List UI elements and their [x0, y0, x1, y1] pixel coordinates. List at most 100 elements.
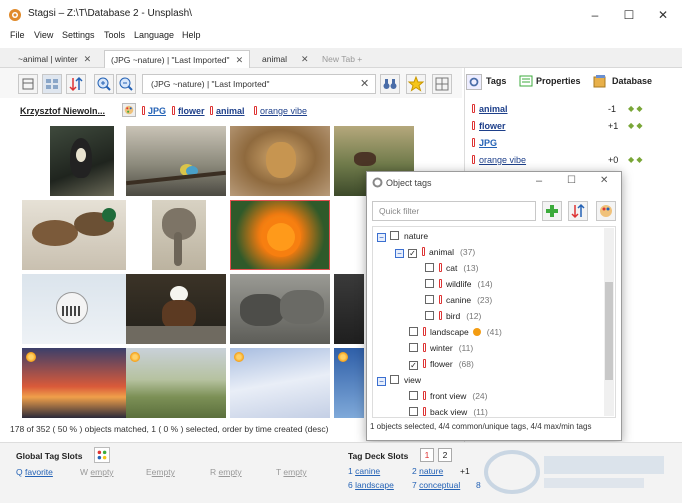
thumbnail-lion[interactable] [230, 126, 330, 196]
selected-tag-flower[interactable]: flower [172, 106, 205, 116]
tab-close-icon[interactable]: ✕ [84, 54, 92, 64]
tab-animal-winter[interactable]: ~animal | winter ✕ [12, 50, 97, 68]
panel-tag-orange-vibe[interactable]: orange vibe [472, 155, 526, 165]
favorite-button[interactable] [406, 74, 426, 94]
menu-view[interactable]: View [34, 30, 53, 40]
quick-filter-input[interactable]: Quick filter [372, 201, 536, 221]
global-slots-palette-button[interactable] [94, 447, 110, 463]
tab-properties[interactable]: Properties [536, 76, 581, 86]
tag-action-icons[interactable]: ◆ ◆ [628, 104, 643, 113]
dialog-palette-button[interactable] [596, 201, 616, 221]
tree-node-back-view[interactable]: back view (11) [409, 405, 488, 417]
tab-tags[interactable]: Tags [486, 76, 506, 86]
tab-database[interactable]: Database [612, 76, 652, 86]
tab-jpg-nature[interactable]: (JPG ~nature) | "Last Imported" ✕ [104, 50, 251, 68]
menu-language[interactable]: Language [134, 30, 174, 40]
tree-node-canine[interactable]: canine (23) [425, 293, 492, 307]
deck-page-1[interactable]: 1 [420, 448, 434, 462]
selected-tag-animal[interactable]: animal [210, 106, 245, 116]
deck-slot-1[interactable]: 1 canine [348, 466, 380, 476]
selected-tag-orange-vibe[interactable]: orange vibe [254, 106, 307, 116]
tree-node-animal[interactable]: − ✓ animal (37) [395, 245, 475, 259]
thumbnail-hills[interactable] [126, 348, 226, 418]
deck-slot-2[interactable]: 2 nature [412, 466, 443, 476]
dialog-close-button[interactable]: ✕ [600, 175, 608, 186]
new-tab-button[interactable]: New Tab + [316, 50, 368, 68]
view-list-button[interactable] [18, 74, 38, 94]
checkbox[interactable] [390, 375, 399, 384]
selected-tag-jpg[interactable]: JPG [142, 106, 166, 116]
thumbnail-orange-flower-selected[interactable] [230, 200, 330, 270]
checkbox[interactable] [409, 343, 418, 352]
tab-animal[interactable]: animal ✕ [256, 50, 315, 68]
view-thumbnails-button[interactable] [42, 74, 62, 94]
tree-node-cat[interactable]: cat (13) [425, 261, 478, 275]
menu-settings[interactable]: Settings [62, 30, 95, 40]
zoom-out-button[interactable] [116, 74, 136, 94]
thumbnail-ducks[interactable] [22, 200, 126, 270]
thumbnail-snow-dunes[interactable] [230, 348, 330, 418]
panel-tag-flower[interactable]: flower [472, 121, 506, 131]
thumbnail-sunset[interactable] [22, 348, 126, 418]
thumbnail-blue[interactable] [334, 348, 364, 418]
search-button[interactable] [380, 74, 400, 94]
checkbox-checked[interactable]: ✓ [408, 249, 417, 258]
menu-tools[interactable]: Tools [104, 30, 125, 40]
collapse-icon[interactable]: − [377, 233, 386, 242]
grid-layout-button[interactable] [432, 74, 452, 94]
clear-query-icon[interactable]: ✕ [360, 74, 369, 94]
checkbox[interactable] [409, 327, 418, 336]
checkbox[interactable] [425, 295, 434, 304]
thumbnail-elephant[interactable] [152, 200, 206, 270]
tag-action-icons[interactable]: ◆ ◆ [628, 155, 643, 164]
tree-node-flower[interactable]: ✓ flower (68) [409, 357, 474, 371]
global-slot-r[interactable]: R empty [210, 467, 242, 477]
global-slot-w[interactable]: W empty [80, 467, 114, 477]
thumbnail-dark[interactable] [334, 274, 364, 344]
checkbox[interactable] [390, 231, 399, 240]
menu-file[interactable]: File [10, 30, 25, 40]
checkbox-checked[interactable]: ✓ [409, 361, 418, 370]
dialog-maximize-button[interactable]: ☐ [567, 175, 576, 186]
panel-tag-jpg[interactable]: JPG [472, 138, 497, 148]
tree-node-wildlife[interactable]: wildlife (14) [425, 277, 493, 291]
zoom-in-button[interactable] [94, 74, 114, 94]
deck-slot-7[interactable]: 7 conceptual [412, 480, 460, 490]
author-tag[interactable]: Krzysztof Niewoln... [20, 106, 105, 116]
dialog-sort-button[interactable] [568, 201, 588, 221]
global-slot-q[interactable]: Q favorite [16, 467, 53, 477]
checkbox[interactable] [409, 391, 418, 400]
tag-action-icons[interactable]: ◆ ◆ [628, 121, 643, 130]
thumbnail-bird-branch[interactable] [126, 126, 226, 196]
deck-slot-3[interactable]: +1 [460, 466, 470, 476]
tree-node-winter[interactable]: winter (11) [409, 341, 473, 355]
tab-close-icon[interactable]: ✕ [236, 55, 244, 65]
deck-page-2[interactable]: 2 [438, 448, 452, 462]
thumbnail-eagle[interactable] [126, 274, 226, 344]
tag-picker-icon[interactable] [122, 103, 136, 117]
tree-node-nature[interactable]: − nature [377, 229, 428, 243]
minimize-button[interactable]: – [580, 4, 610, 26]
tree-node-front-view[interactable]: front view (24) [409, 389, 488, 403]
menu-help[interactable]: Help [182, 30, 201, 40]
checkbox[interactable] [425, 279, 434, 288]
global-slot-t[interactable]: T empty [276, 467, 307, 477]
global-slot-e[interactable]: Eempty [146, 467, 175, 477]
tree-node-bird[interactable]: bird (12) [425, 309, 481, 323]
collapse-icon[interactable]: − [395, 249, 404, 258]
checkbox[interactable] [425, 311, 434, 320]
checkbox[interactable] [409, 407, 418, 416]
tree-node-view[interactable]: − view [377, 373, 421, 387]
thumbnail-snowy-owl[interactable] [22, 274, 126, 344]
deck-slot-6[interactable]: 6 landscape [348, 480, 394, 490]
sort-button[interactable] [66, 74, 86, 94]
checkbox[interactable] [425, 263, 434, 272]
dialog-minimize-button[interactable]: – [536, 175, 542, 187]
collapse-icon[interactable]: − [377, 377, 386, 386]
add-tag-button[interactable] [542, 201, 562, 221]
tab-close-icon[interactable]: ✕ [301, 54, 309, 64]
maximize-button[interactable]: ☐ [614, 4, 644, 26]
tree-scroll-thumb[interactable] [605, 282, 613, 380]
thumbnail-rhinos[interactable] [230, 274, 330, 344]
thumbnail-bird[interactable] [50, 126, 114, 196]
